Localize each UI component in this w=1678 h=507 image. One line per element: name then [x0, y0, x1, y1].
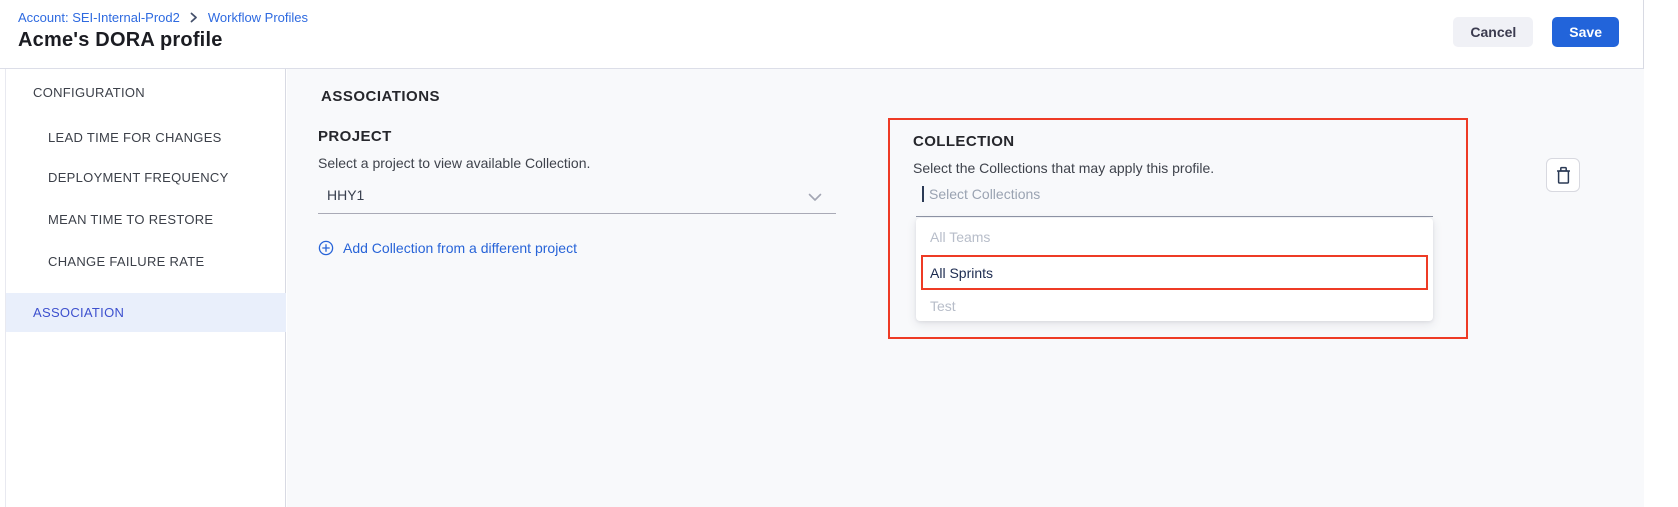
collection-heading: COLLECTION	[913, 132, 1015, 151]
option-all-sprints[interactable]: All Sprints	[921, 255, 1428, 290]
option-test[interactable]: Test	[916, 290, 1433, 321]
project-section: PROJECT Select a project to view availab…	[318, 127, 836, 258]
sidebar: CONFIGURATION LEAD TIME FOR CHANGES DEPL…	[5, 69, 286, 507]
option-all-teams[interactable]: All Teams	[916, 218, 1433, 255]
sidebar-item-deployment-frequency[interactable]: DEPLOYMENT FREQUENCY	[48, 169, 229, 187]
main-content: ASSOCIATIONS PROJECT Select a project to…	[287, 69, 1644, 507]
cancel-button[interactable]: Cancel	[1453, 17, 1533, 47]
breadcrumb-account-link[interactable]: Account: SEI-Internal-Prod2	[18, 10, 180, 25]
collections-input-placeholder: Select Collections	[929, 184, 1040, 204]
associations-heading: ASSOCIATIONS	[321, 88, 440, 106]
app-panel: Account: SEI-Internal-Prod2 Workflow Pro…	[0, 0, 1644, 507]
sidebar-item-lead-time-for-changes[interactable]: LEAD TIME FOR CHANGES	[48, 129, 222, 147]
sidebar-item-change-failure-rate[interactable]: CHANGE FAILURE RATE	[48, 253, 204, 271]
collections-input-underline	[916, 216, 1433, 217]
project-select[interactable]: HHY1	[318, 178, 836, 214]
add-collection-link-label: Add Collection from a different project	[343, 238, 577, 258]
breadcrumb-workflow-profiles-link[interactable]: Workflow Profiles	[208, 10, 308, 25]
header-actions: Cancel Save	[1453, 17, 1619, 47]
project-select-value: HHY1	[327, 185, 364, 205]
chevron-down-icon	[808, 189, 822, 207]
page: Account: SEI-Internal-Prod2 Workflow Pro…	[0, 0, 1678, 507]
add-collection-link[interactable]: Add Collection from a different project	[318, 238, 836, 258]
chevron-right-icon	[190, 12, 198, 23]
sidebar-item-association[interactable]: ASSOCIATION	[6, 293, 286, 332]
plus-circle-icon	[318, 240, 334, 256]
delete-association-button[interactable]	[1546, 158, 1580, 192]
page-title: Acme's DORA profile	[18, 29, 223, 52]
breadcrumb: Account: SEI-Internal-Prod2 Workflow Pro…	[18, 10, 308, 25]
text-cursor	[922, 186, 924, 202]
collection-section: COLLECTION Select the Collections that m…	[888, 118, 1468, 339]
collections-input[interactable]: Select Collections	[922, 184, 1040, 204]
sidebar-item-association-label: ASSOCIATION	[33, 305, 124, 320]
sidebar-item-mean-time-to-restore[interactable]: MEAN TIME TO RESTORE	[48, 211, 213, 229]
trash-icon	[1555, 166, 1572, 185]
project-subtitle: Select a project to view available Colle…	[318, 155, 836, 172]
collection-subtitle: Select the Collections that may apply th…	[913, 160, 1214, 177]
project-heading: PROJECT	[318, 127, 836, 146]
sidebar-item-configuration[interactable]: CONFIGURATION	[33, 84, 145, 102]
save-button[interactable]: Save	[1552, 17, 1619, 47]
header: Account: SEI-Internal-Prod2 Workflow Pro…	[0, 0, 1643, 69]
collections-dropdown: All Teams All Sprints Test	[916, 218, 1433, 321]
